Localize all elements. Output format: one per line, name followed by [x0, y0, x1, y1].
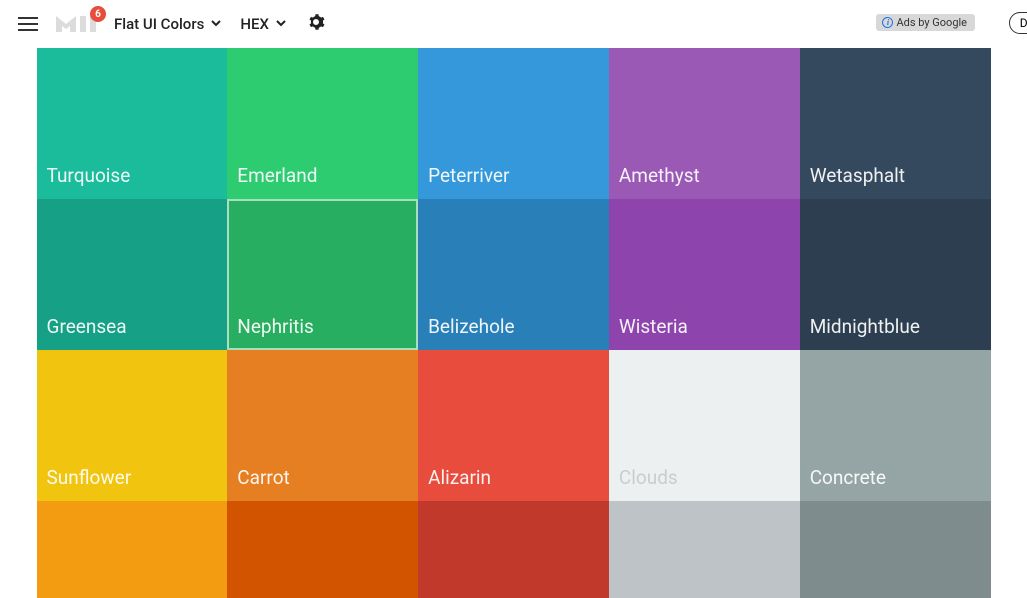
color-swatch[interactable]: Clouds: [609, 350, 800, 501]
ads-by-google[interactable]: i Ads by Google: [876, 14, 975, 31]
color-swatch[interactable]: Wetasphalt: [800, 48, 991, 199]
chevron-down-icon: [275, 15, 287, 33]
color-swatch[interactable]: Alizarin: [418, 350, 609, 501]
color-swatch[interactable]: [418, 501, 609, 598]
swatch-label: Clouds: [619, 466, 678, 489]
color-swatch[interactable]: [800, 501, 991, 598]
color-swatch[interactable]: [37, 501, 228, 598]
color-swatch[interactable]: Peterriver: [418, 48, 609, 199]
color-swatch[interactable]: Belizehole: [418, 199, 609, 350]
swatch-label: Carrot: [237, 466, 289, 489]
settings-button[interactable]: [307, 13, 325, 35]
swatch-label: Concrete: [810, 466, 886, 489]
swatch-label: Turquoise: [47, 164, 131, 187]
palette-name: Flat UI Colors: [114, 15, 204, 33]
swatch-label: Sunflower: [47, 466, 132, 489]
color-swatch[interactable]: Concrete: [800, 350, 991, 501]
color-swatch[interactable]: Greensea: [37, 199, 228, 350]
color-swatch[interactable]: [227, 501, 418, 598]
swatch-label: Wetasphalt: [810, 164, 905, 187]
color-swatch[interactable]: Nephritis: [227, 199, 418, 350]
swatch-label: Alizarin: [428, 466, 491, 489]
swatch-label: Emerland: [237, 164, 317, 187]
info-icon: i: [882, 17, 893, 28]
logo[interactable]: 6: [56, 12, 100, 36]
color-swatch[interactable]: Turquoise: [37, 48, 228, 199]
color-swatch[interactable]: Carrot: [227, 350, 418, 501]
partial-button[interactable]: De: [1009, 12, 1027, 34]
palette-selector[interactable]: Flat UI Colors: [114, 15, 222, 33]
gear-icon: [307, 13, 325, 31]
color-swatch[interactable]: Sunflower: [37, 350, 228, 501]
swatch-label: Greensea: [47, 315, 127, 338]
color-swatch[interactable]: Amethyst: [609, 48, 800, 199]
swatch-label: Peterriver: [428, 164, 509, 187]
color-swatch[interactable]: [609, 501, 800, 598]
swatch-label: Midnightblue: [810, 315, 920, 338]
swatch-label: Belizehole: [428, 315, 515, 338]
color-swatch[interactable]: Wisteria: [609, 199, 800, 350]
swatch-label: Wisteria: [619, 315, 688, 338]
chevron-down-icon: [210, 15, 222, 33]
color-swatch[interactable]: Emerland: [227, 48, 418, 199]
swatch-label: Nephritis: [237, 315, 313, 338]
notification-badge: 6: [90, 6, 106, 22]
swatch-label: Amethyst: [619, 164, 700, 187]
format-label: HEX: [240, 15, 269, 33]
topbar: 6 Flat UI Colors HEX i Ads by Google De: [0, 0, 1027, 48]
palette-grid: Turquoise Emerland Peterriver Amethyst Wetas…: [37, 48, 991, 598]
color-swatch[interactable]: Midnightblue: [800, 199, 991, 350]
format-selector[interactable]: HEX: [240, 15, 287, 33]
ads-label: Ads by Google: [896, 16, 967, 29]
menu-icon[interactable]: [18, 12, 42, 36]
palette-container: Turquoise Emerland Peterriver Amethyst Wetas…: [0, 48, 1027, 598]
